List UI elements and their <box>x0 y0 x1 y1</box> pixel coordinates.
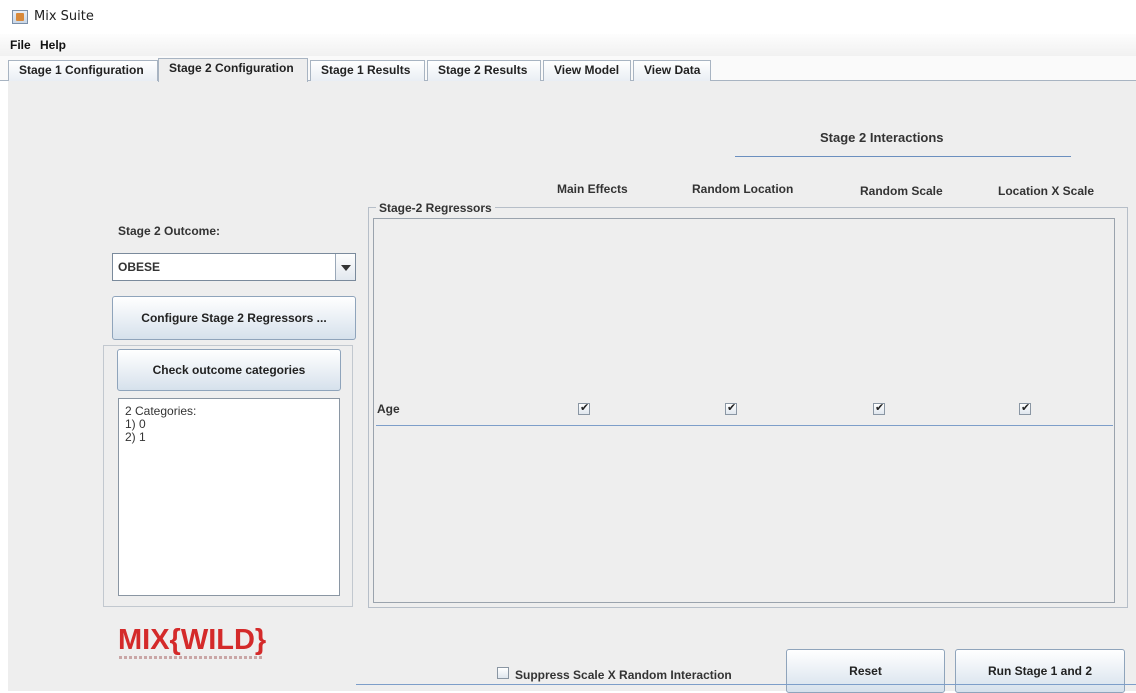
outcome-categories-textarea[interactable]: 2 Categories: 1) 0 2) 1 <box>118 398 340 596</box>
age-random-location-checkbox[interactable]: ✔ <box>725 402 737 415</box>
check-icon: ✔ <box>1021 402 1031 414</box>
java-cup-icon <box>12 10 28 24</box>
menu-file[interactable]: File <box>10 38 31 52</box>
stage2-outcome-select[interactable]: OBESE <box>112 253 356 281</box>
check-icon: ✔ <box>727 402 737 414</box>
column-location-x-scale: Location X Scale <box>998 184 1095 198</box>
regressors-table <box>373 218 1115 603</box>
run-stage1-and-2-button[interactable]: Run Stage 1 and 2 <box>955 649 1125 693</box>
chevron-down-icon[interactable] <box>335 254 355 280</box>
age-random-scale-checkbox[interactable]: ✔ <box>873 402 885 415</box>
categories-line: 1) 0 <box>125 417 146 431</box>
tab-bar: Stage 1 Configuration Stage 2 Configurat… <box>0 56 1136 82</box>
categories-line: 2 Categories: <box>125 404 197 418</box>
window-titlebar: Mix Suite <box>0 0 1136 34</box>
configure-stage2-regressors-button[interactable]: Configure Stage 2 Regressors ... <box>112 296 356 340</box>
window-title: Mix Suite <box>34 9 94 24</box>
check-icon: ✔ <box>580 402 590 414</box>
interactions-divider <box>735 156 1071 157</box>
tab-view-data[interactable]: View Data <box>633 60 711 81</box>
regressor-row-divider <box>376 425 1113 426</box>
logo-tagline-graphic <box>119 656 264 659</box>
mixwild-logo: MIX{WILD} <box>118 624 268 660</box>
stage2-regressors-title: Stage-2 Regressors <box>376 201 495 215</box>
regressor-name: Age <box>377 402 400 416</box>
check-icon: ✔ <box>875 402 885 414</box>
suppress-scale-random-checkbox[interactable] <box>497 667 509 679</box>
menu-bar: File Help <box>0 34 1136 56</box>
stage2-outcome-label: Stage 2 Outcome: <box>118 224 221 238</box>
tab-view-model[interactable]: View Model <box>543 60 631 81</box>
tab-stage1-configuration[interactable]: Stage 1 Configuration <box>8 60 158 81</box>
tab-stage2-results[interactable]: Stage 2 Results <box>427 60 541 81</box>
column-main-effects: Main Effects <box>557 182 628 196</box>
logo-text: MIX{WILD} <box>118 624 267 656</box>
reset-button[interactable]: Reset <box>786 649 945 693</box>
suppress-scale-random-label: Suppress Scale X Random Interaction <box>515 668 732 682</box>
column-random-scale: Random Scale <box>860 184 943 198</box>
check-outcome-categories-button[interactable]: Check outcome categories <box>117 349 341 391</box>
categories-line: 2) 1 <box>125 430 146 444</box>
menu-help[interactable]: Help <box>40 38 66 52</box>
bottom-divider <box>356 684 1136 685</box>
column-random-location: Random Location <box>692 182 794 196</box>
stage2-outcome-value: OBESE <box>118 260 161 274</box>
tab-stage2-configuration[interactable]: Stage 2 Configuration <box>158 58 308 82</box>
age-location-x-scale-checkbox[interactable]: ✔ <box>1019 402 1031 415</box>
age-main-effects-checkbox[interactable]: ✔ <box>578 402 590 415</box>
stage2-interactions-title: Stage 2 Interactions <box>820 130 944 145</box>
tab-stage1-results[interactable]: Stage 1 Results <box>310 60 425 81</box>
